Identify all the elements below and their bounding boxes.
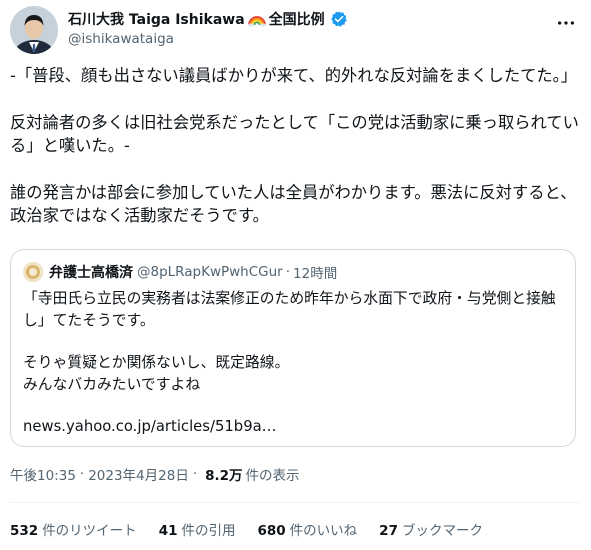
tweet-meta: 午後10:35 · 2023年4月28日 · 8.2万 件の表示 xyxy=(10,464,300,484)
quoted-tweet-time[interactable]: 12時間 xyxy=(293,262,337,282)
quoted-link[interactable]: news.yahoo.co.jp/articles/51b9a… xyxy=(23,416,567,438)
quotes-count: 41 xyxy=(158,523,178,539)
tweet-paragraph: 誰の発言かは部会に参加していた人は全員がわかります。悪法に反対すると、政治家では… xyxy=(10,182,577,226)
quoted-author-handle[interactable]: @8pLRapKwPwhCGur xyxy=(137,264,283,280)
author-handle[interactable]: @ishikawataiga xyxy=(68,31,174,47)
author-name-row: 石川大我 Taiga Ishikawa 全国比例 xyxy=(68,8,348,30)
author-avatar[interactable] xyxy=(10,6,58,54)
tweet-header: 石川大我 Taiga Ishikawa 全国比例 @ishikawataiga xyxy=(10,6,581,60)
likes-count: 680 xyxy=(257,523,286,539)
quoted-line: みんなバカみたいですよね xyxy=(23,375,201,393)
more-icon[interactable] xyxy=(555,12,577,34)
separator: · xyxy=(79,466,85,482)
engagement-stats: 532 件のリツイート 41 件の引用 680 件のいいね 27 ブックマーク xyxy=(10,519,483,539)
rainbow-icon xyxy=(247,11,267,27)
views-count: 8.2万 xyxy=(205,468,243,484)
quoted-line: 「寺田氏ら立民の実務者は法案修正のため昨年から水面下で政府・与党側と接触し」てた… xyxy=(23,290,556,329)
tweet-text: -「普段、顔も出さない議員ばかりが来て、的外れな反対論をまくしたてた。」 反対論… xyxy=(10,64,582,228)
tweet-time[interactable]: 午後10:35 xyxy=(10,464,76,484)
retweets-label: 件のリツイート xyxy=(42,523,137,539)
quoted-tweet[interactable]: 弁護士高橋済 @8pLRapKwPwhCGur · 12時間 「寺田氏ら立民の実… xyxy=(10,249,576,447)
tweet-date[interactable]: 2023年4月28日 xyxy=(88,464,189,484)
separator: · xyxy=(285,264,291,280)
divider xyxy=(10,502,581,503)
author-name-suffix: 全国比例 xyxy=(268,12,325,28)
retweets-stat[interactable]: 532 件のリツイート xyxy=(10,519,137,539)
bookmarks-count: 27 xyxy=(379,523,398,539)
quotes-label: 件の引用 xyxy=(181,523,236,539)
likes-stat[interactable]: 680 件のいいね xyxy=(257,519,357,539)
views-label: 件の表示 xyxy=(245,468,300,484)
quoted-tweet-text: 「寺田氏ら立民の実務者は法案修正のため昨年から水面下で政府・与党側と接触し」てた… xyxy=(23,288,567,438)
separator: · xyxy=(192,466,198,482)
quoted-tweet-header: 弁護士高橋済 @8pLRapKwPwhCGur · 12時間 xyxy=(23,262,337,282)
retweets-count: 532 xyxy=(10,523,39,539)
verified-icon[interactable] xyxy=(330,10,348,28)
quoted-author-name[interactable]: 弁護士高橋済 xyxy=(49,262,133,282)
tweet-paragraph: 反対論者の多くは旧社会党系だったとして「この党は活動家に乗っ取られている」と嘆い… xyxy=(10,112,579,156)
quotes-stat[interactable]: 41 件の引用 xyxy=(159,519,236,539)
quoted-author-avatar[interactable] xyxy=(23,262,43,282)
author-display-name[interactable]: 石川大我 Taiga Ishikawa xyxy=(68,9,245,29)
likes-label: 件のいいね xyxy=(289,523,358,539)
bookmarks-stat[interactable]: 27 ブックマーク xyxy=(379,519,483,539)
bookmarks-label: ブックマーク xyxy=(401,523,483,539)
quoted-line: そりゃ質疑とか関係ないし、既定路線。 xyxy=(23,354,290,371)
tweet-paragraph: -「普段、顔も出さない議員ばかりが来て、的外れな反対論をまくしたてた。」 xyxy=(10,66,578,85)
